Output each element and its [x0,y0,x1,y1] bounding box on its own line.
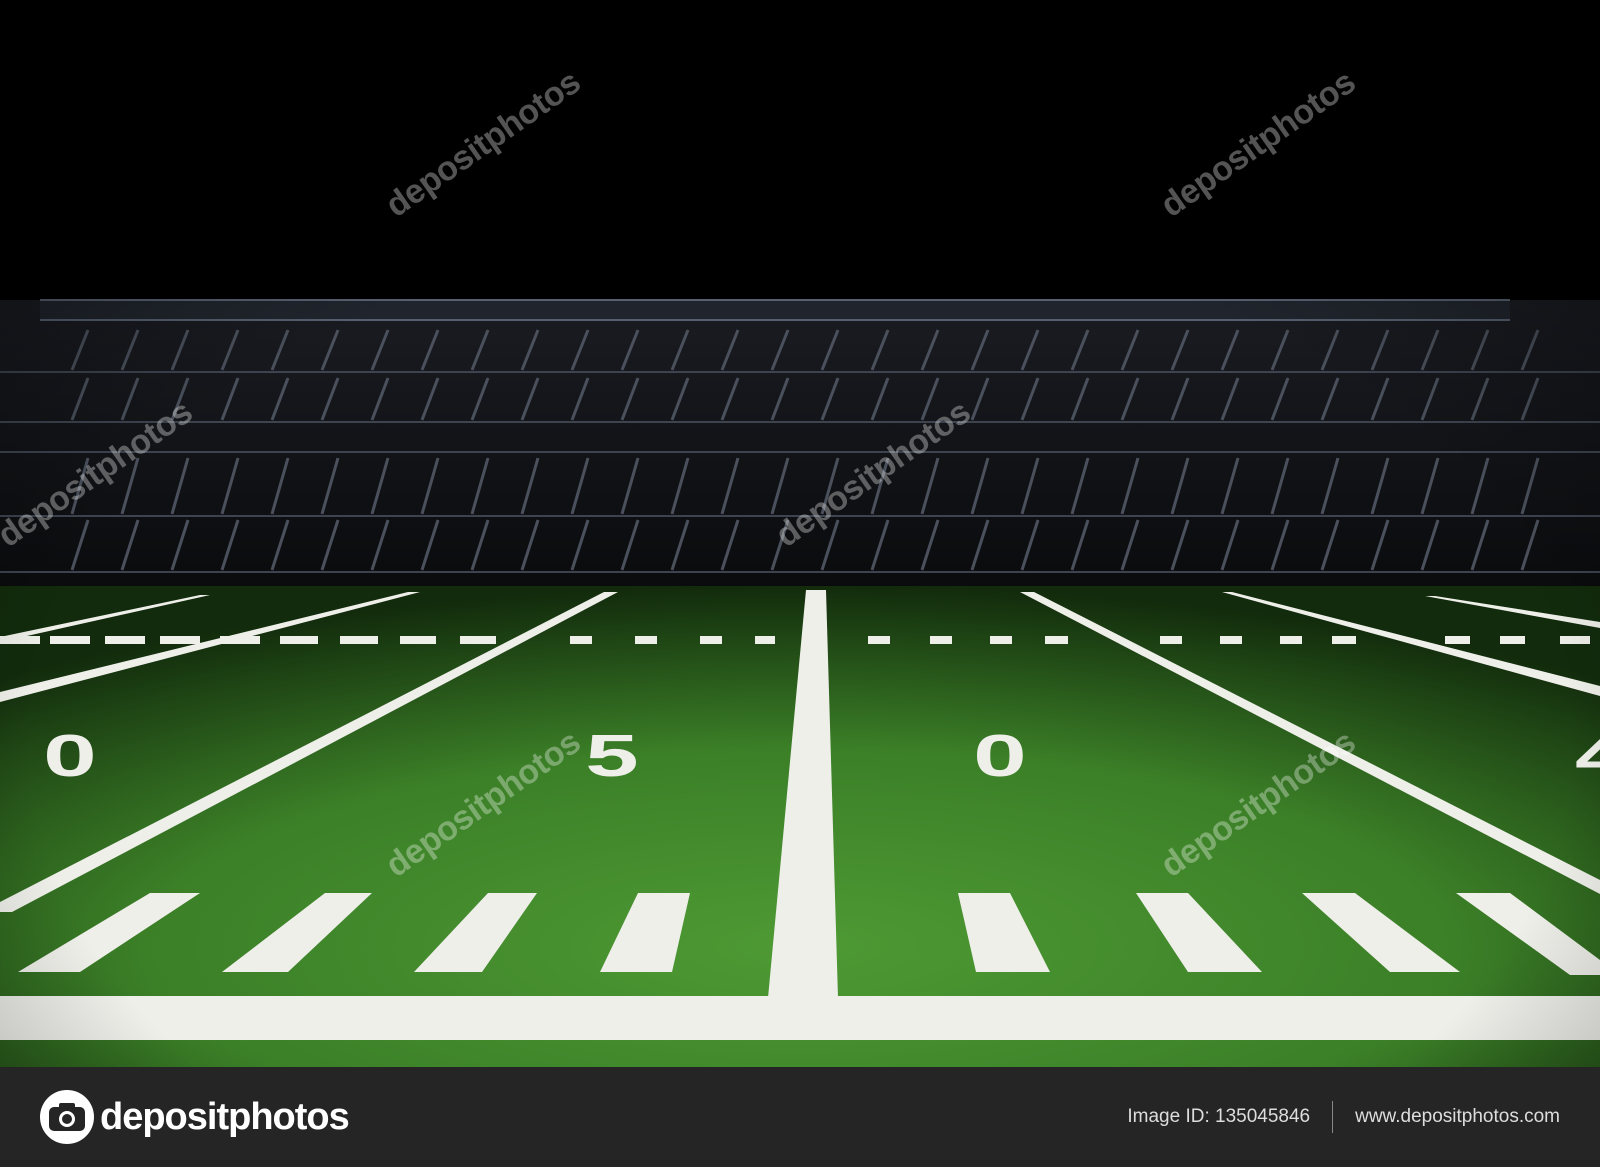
stock-photo: 0 5 0 4 depositphotos depositphotos depo… [0,0,1600,1167]
logo-text: depositphotos [100,1095,350,1138]
vignette [0,0,1600,1067]
image-id: Image ID: 135045846 [1127,1106,1311,1127]
divider [1332,1101,1334,1133]
stadium-scene: 0 5 0 4 [0,0,1600,1067]
depositphotos-logo[interactable]: depositphotos [40,1090,350,1144]
stock-footer: depositphotos Image ID: 135045846 www.de… [0,1067,1600,1167]
site-url-link[interactable]: www.depositphotos.com [1355,1106,1560,1128]
camera-icon [40,1090,94,1144]
